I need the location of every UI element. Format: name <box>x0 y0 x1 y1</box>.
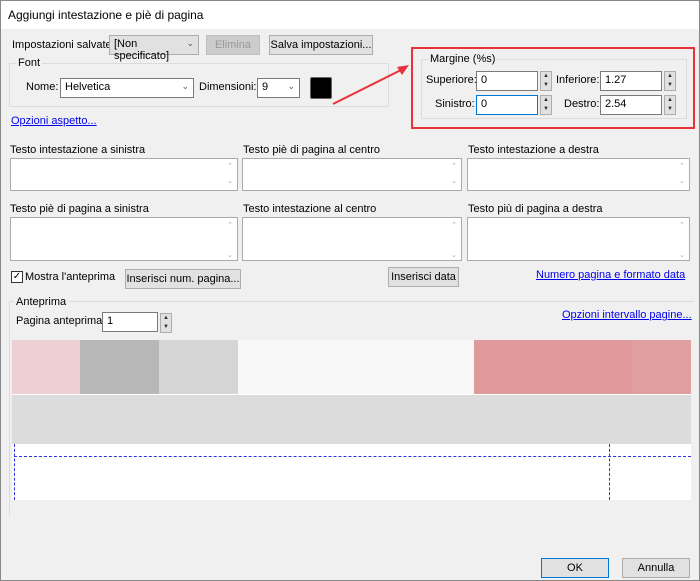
preview-page-spinner[interactable]: ▲ ▼ <box>160 313 172 333</box>
saved-settings-value: [Non specificato] <box>114 38 170 62</box>
margin-left-label: Sinistro: <box>435 98 475 110</box>
red-arrow-annotation <box>332 65 409 105</box>
saved-settings-label: Impostazioni salvate: <box>12 39 115 51</box>
footer-left-label: Testo piè di pagina a sinistra <box>10 203 149 215</box>
preview-legend: Anteprima <box>14 296 69 308</box>
header-center-textarea[interactable]: ⌃ ⌄ <box>242 217 462 261</box>
header-left-textarea[interactable]: ⌃ ⌄ <box>10 158 238 191</box>
chevron-down-icon: ⌄ <box>287 81 295 91</box>
save-settings-button[interactable]: Salva impostazioni... <box>269 35 373 55</box>
page-date-format-link[interactable]: Numero pagina e formato data <box>536 269 685 281</box>
margin-right-input[interactable]: 2.54 <box>600 95 662 115</box>
margin-top-input[interactable]: 0 <box>476 71 538 91</box>
appearance-options-link[interactable]: Opzioni aspetto... <box>11 115 97 127</box>
ok-button[interactable]: OK <box>541 558 609 578</box>
font-color-button[interactable] <box>310 77 332 99</box>
font-name-label: Nome: <box>26 81 59 93</box>
cancel-button[interactable]: Annulla <box>622 558 690 578</box>
font-name-value: Helvetica <box>65 81 111 93</box>
preview-area <box>12 340 691 500</box>
footer-center-textarea[interactable]: ⌃ ⌄ <box>242 158 462 191</box>
header-right-textarea[interactable]: ⌃ ⌄ <box>467 158 690 191</box>
dialog: Aggiungi intestazione e piè di pagina Im… <box>0 0 700 581</box>
margin-bottom-label: Inferiore: <box>556 74 600 86</box>
margin-right-label: Destro: <box>564 98 600 110</box>
font-size-label: Dimensioni: <box>199 81 257 93</box>
header-right-label: Testo intestazione a destra <box>468 144 599 156</box>
preview-page-input[interactable]: 1 <box>102 312 158 332</box>
margins-group: Margine (%s) Superiore: 0 ▲ ▼ Inferiore: … <box>421 53 687 119</box>
footer-left-textarea[interactable]: ⌃ ⌄ <box>10 217 238 261</box>
chevron-down-icon: ⌄ <box>181 81 189 91</box>
chevron-down-icon: ⌄ <box>186 38 194 48</box>
margin-top-label: Superiore: <box>426 74 477 86</box>
margin-left-input[interactable]: 0 <box>476 95 538 115</box>
preview-page-label: Pagina anteprima: <box>16 315 106 327</box>
font-name-select[interactable]: Helvetica ⌄ <box>60 78 194 98</box>
margin-bottom-input[interactable]: 1.27 <box>600 71 662 91</box>
footer-right-label: Testo più di pagina a destra <box>468 203 603 215</box>
margin-bottom-spinner[interactable]: ▲ ▼ <box>664 71 676 91</box>
delete-button[interactable]: Elimina <box>206 35 260 55</box>
font-legend: Font <box>16 57 43 69</box>
header-center-label: Testo intestazione al centro <box>243 203 377 215</box>
margins-legend: Margine (%s) <box>428 53 498 65</box>
insert-date-button[interactable]: Inserisci data <box>388 267 459 287</box>
show-preview-label: Mostra l'anteprima <box>25 271 116 283</box>
font-size-value: 9 <box>262 81 269 93</box>
margin-left-spinner[interactable]: ▲ ▼ <box>540 95 552 115</box>
saved-settings-select[interactable]: [Non specificato] ⌄ <box>109 35 199 62</box>
insert-page-number-button[interactable]: Inserisci num. pagina... <box>125 269 241 289</box>
font-size-select[interactable]: 9 ⌄ <box>257 78 300 98</box>
header-left-label: Testo intestazione a sinistra <box>10 144 146 156</box>
dialog-title: Aggiungi intestazione e piè di pagina <box>1 1 699 29</box>
margin-top-spinner[interactable]: ▲ ▼ <box>540 71 552 91</box>
footer-right-textarea[interactable]: ⌃ ⌄ <box>467 217 690 261</box>
show-preview-checkbox[interactable]: ✓ <box>11 271 23 283</box>
footer-center-label: Testo piè di pagina al centro <box>243 144 380 156</box>
page-range-options-link[interactable]: Opzioni intervallo pagine... <box>562 309 692 321</box>
margin-right-spinner[interactable]: ▲ ▼ <box>664 95 676 115</box>
